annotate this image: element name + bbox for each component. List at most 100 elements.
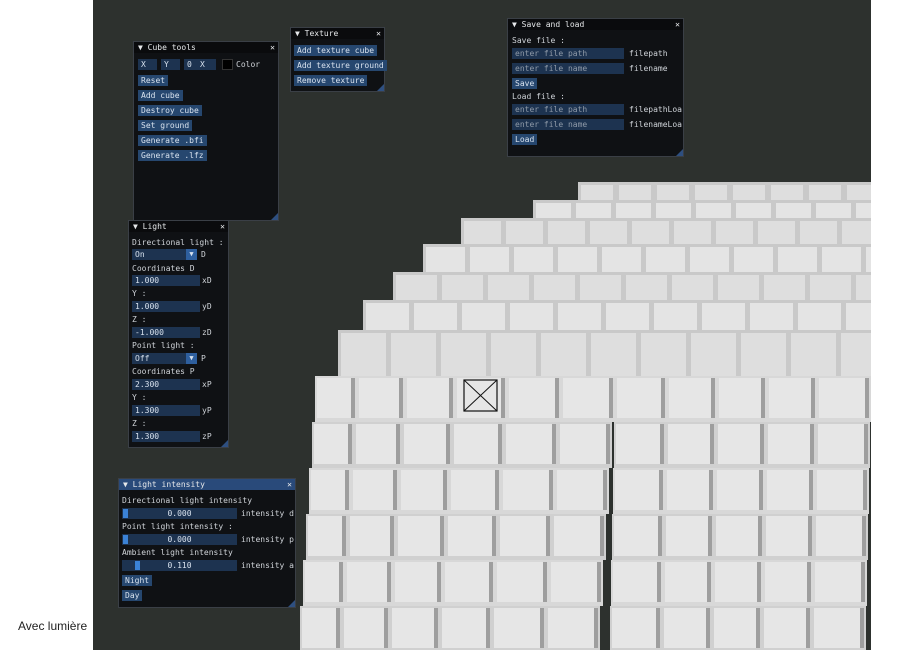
cube-face xyxy=(497,562,545,602)
light-title: Light xyxy=(142,222,167,231)
texture-titlebar[interactable]: ▼ Texture ✕ xyxy=(291,28,384,39)
load-name-input[interactable]: enter file name xyxy=(512,119,624,130)
cube-face xyxy=(344,608,386,648)
resize-grip[interactable] xyxy=(271,213,278,220)
save-file-label: Save file : xyxy=(512,36,565,45)
collapse-arrow-icon[interactable]: ▼ xyxy=(133,222,138,231)
px-input[interactable]: 2.300 xyxy=(132,379,200,390)
directional-intensity-slider[interactable]: 0.000 xyxy=(122,508,237,519)
cube-x-input[interactable]: X xyxy=(138,59,157,70)
close-icon[interactable]: ✕ xyxy=(675,19,680,30)
destroy-cube-button[interactable]: Destroy cube xyxy=(138,105,202,116)
save-load-titlebar[interactable]: ▼ Save and load ✕ xyxy=(508,19,683,30)
cube-face xyxy=(707,562,711,602)
save-name-input[interactable]: enter file name xyxy=(512,63,624,74)
cube-face xyxy=(440,516,444,556)
cube-face xyxy=(407,378,451,418)
color-swatch[interactable] xyxy=(222,59,233,70)
cube-tools-titlebar[interactable]: ▼ Cube tools ✕ xyxy=(134,42,278,53)
cube-face xyxy=(540,608,544,648)
cube-face xyxy=(617,378,663,418)
generate-lfz-button[interactable]: Generate .lfz xyxy=(138,150,207,161)
directional-intensity-value: 0.000 xyxy=(167,509,192,518)
cube-face xyxy=(658,516,662,556)
cube-face xyxy=(616,424,662,464)
collapse-arrow-icon[interactable]: ▼ xyxy=(512,20,517,29)
cube-face xyxy=(554,516,602,556)
light-intensity-titlebar[interactable]: ▼ Light intensity ✕ xyxy=(119,479,295,490)
collapse-arrow-icon[interactable]: ▼ xyxy=(138,43,143,52)
cube-face xyxy=(706,608,710,648)
collapse-arrow-icon[interactable]: ▼ xyxy=(295,29,300,38)
cube-face xyxy=(317,378,353,418)
dy-label: Y : xyxy=(132,289,147,298)
directional-light-select[interactable]: On ▼ xyxy=(132,249,197,260)
load-name-label: filenameLoa xyxy=(629,120,682,129)
cube-face xyxy=(351,378,355,418)
set-ground-button[interactable]: Set ground xyxy=(138,120,193,131)
remove-texture-button[interactable]: Remove texture xyxy=(294,75,368,86)
load-file-label: Load file : xyxy=(512,92,565,101)
cube-face xyxy=(387,562,391,602)
cube-face xyxy=(716,516,760,556)
close-icon[interactable]: ✕ xyxy=(376,28,381,39)
cube-face xyxy=(659,470,663,510)
cube-face xyxy=(503,470,551,510)
cube-face xyxy=(443,470,447,510)
pz-label: Z : xyxy=(132,419,147,428)
3d-viewport[interactable]: ▼ Cube tools ✕ X Y 0 X Color Reset Add c… xyxy=(93,0,871,650)
cube-y-input[interactable]: Y xyxy=(161,59,180,70)
add-cube-button[interactable]: Add cube xyxy=(138,90,183,101)
add-texture-ground-button[interactable]: Add texture ground xyxy=(294,60,387,71)
cube-face xyxy=(815,562,863,602)
add-texture-cube-button[interactable]: Add texture cube xyxy=(294,45,378,56)
light-titlebar[interactable]: ▼ Light ✕ xyxy=(129,221,228,232)
cube-face xyxy=(384,608,388,648)
day-button[interactable]: Day xyxy=(122,590,143,601)
load-button[interactable]: Load xyxy=(512,134,538,145)
directional-intensity-suffix: intensity d xyxy=(241,509,294,518)
cube-face xyxy=(552,424,556,464)
cube-face xyxy=(761,378,765,418)
generate-bfi-button[interactable]: Generate .bfi xyxy=(138,135,207,146)
save-path-input[interactable]: enter file path xyxy=(512,48,624,59)
reset-button[interactable]: Reset xyxy=(138,75,169,86)
resize-grip[interactable] xyxy=(676,149,683,156)
dy-suffix: yD xyxy=(202,302,212,311)
cube-face xyxy=(506,424,554,464)
dx-input[interactable]: 1.000 xyxy=(132,275,200,286)
resize-grip[interactable] xyxy=(288,600,295,607)
close-icon[interactable]: ✕ xyxy=(270,42,275,53)
cube-face xyxy=(817,470,865,510)
save-button[interactable]: Save xyxy=(512,78,538,89)
py-input[interactable]: 1.300 xyxy=(132,405,200,416)
collapse-arrow-icon[interactable]: ▼ xyxy=(123,480,128,489)
dz-input[interactable]: -1.000 xyxy=(132,327,200,338)
cube-face xyxy=(594,608,598,648)
cube-tools-title: Cube tools xyxy=(147,43,196,52)
resize-grip[interactable] xyxy=(221,440,228,447)
cube-face xyxy=(401,470,445,510)
cube-w-input[interactable]: X xyxy=(197,59,216,70)
cube-face xyxy=(302,608,338,648)
ambient-intensity-label: Ambient light intensity xyxy=(122,548,233,557)
close-icon[interactable]: ✕ xyxy=(220,221,225,232)
directional-intensity-label: Directional light intensity xyxy=(122,496,253,505)
ambient-intensity-value: 0.110 xyxy=(167,561,192,570)
cube-face xyxy=(714,608,758,648)
resize-grip[interactable] xyxy=(377,84,384,91)
texture-window: ▼ Texture ✕ Add texture cube Add texture… xyxy=(290,27,387,92)
cube-tools-window: ▼ Cube tools ✕ X Y 0 X Color Reset Add c… xyxy=(133,41,279,221)
dy-input[interactable]: 1.000 xyxy=(132,301,200,312)
cube-face xyxy=(491,333,536,378)
night-button[interactable]: Night xyxy=(122,575,153,586)
ambient-intensity-slider[interactable]: 0.110 xyxy=(122,560,237,571)
pz-input[interactable]: 1.300 xyxy=(132,431,200,442)
load-path-input[interactable]: enter file path xyxy=(512,104,624,115)
point-light-select[interactable]: Off ▼ xyxy=(132,353,197,364)
cube-face xyxy=(811,378,815,418)
directional-light-label: Directional light : xyxy=(132,238,224,247)
close-icon[interactable]: ✕ xyxy=(287,479,292,490)
cube-face xyxy=(808,516,812,556)
point-intensity-slider[interactable]: 0.000 xyxy=(122,534,237,545)
